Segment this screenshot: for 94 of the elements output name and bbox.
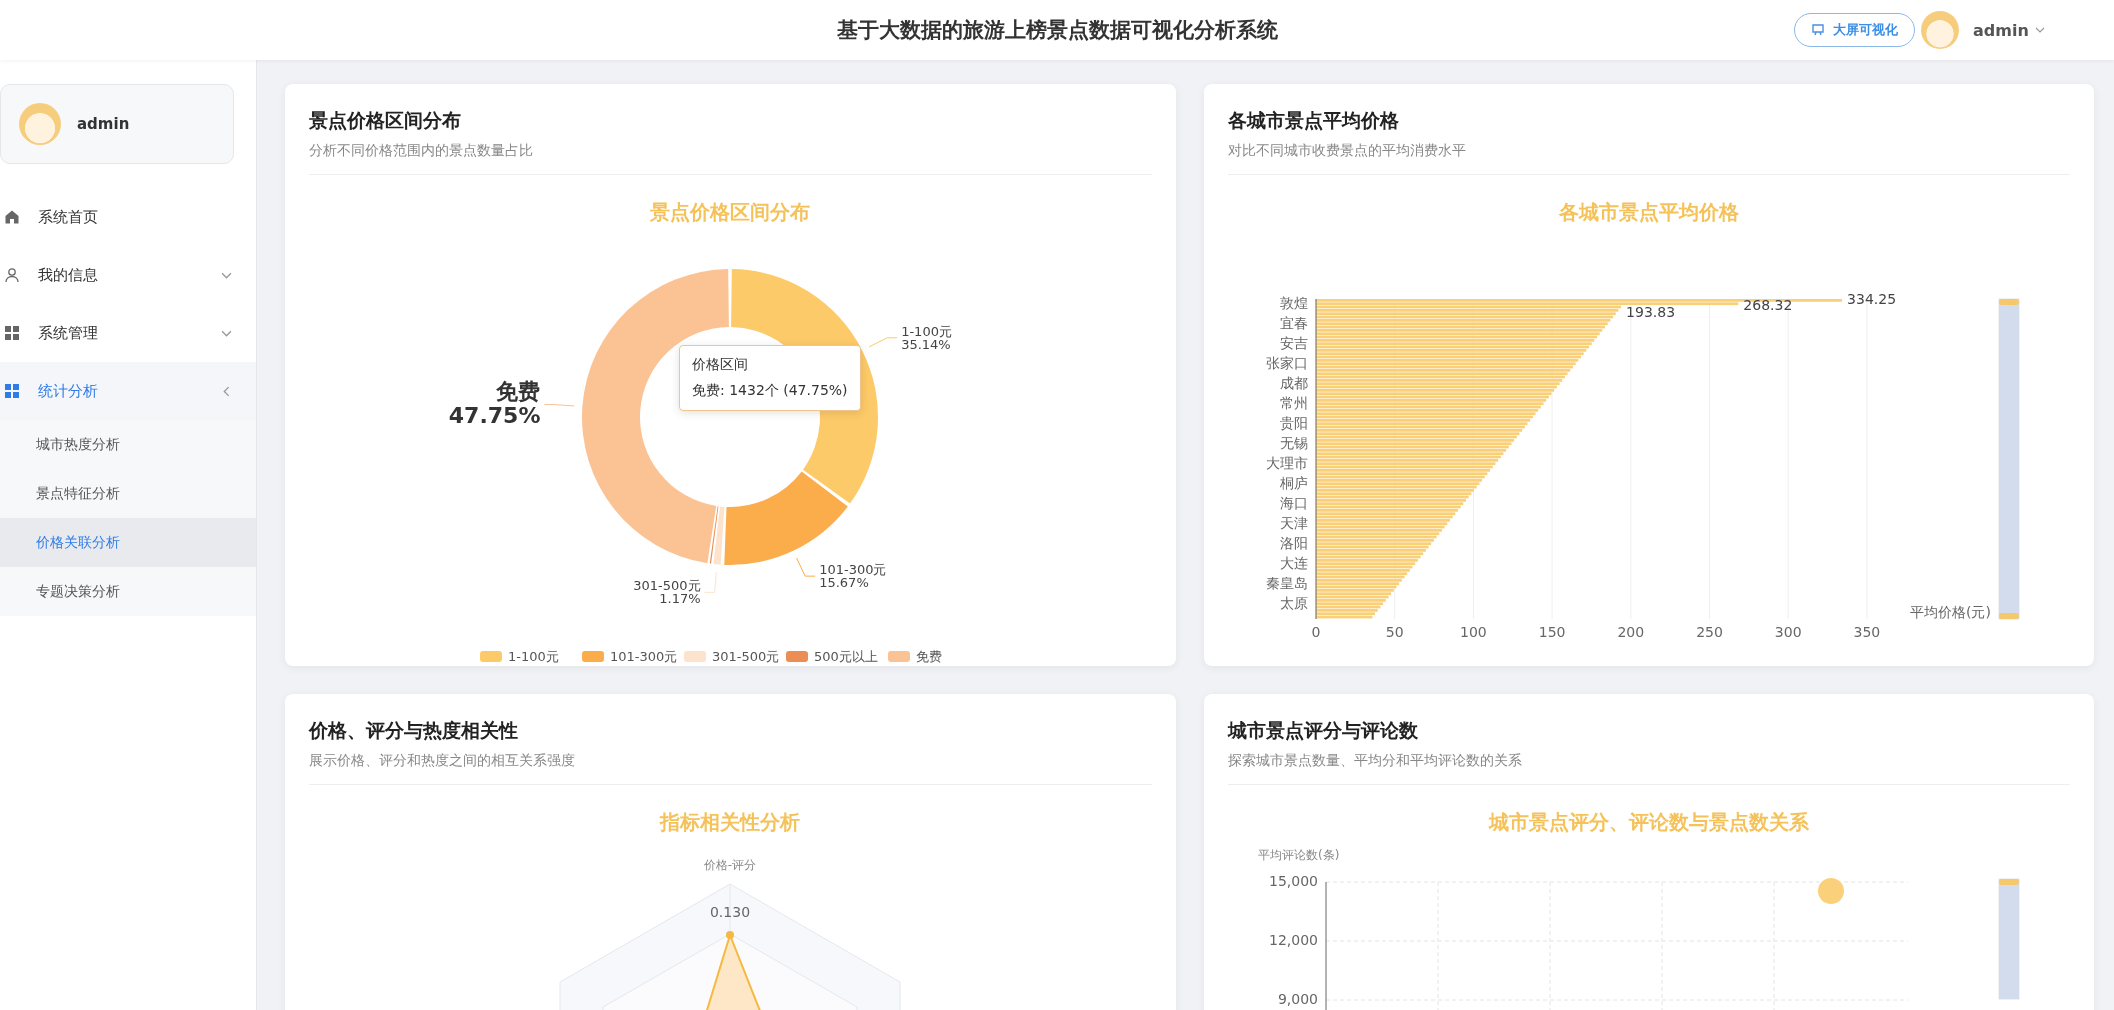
zoom-slider[interactable] <box>1998 298 2019 620</box>
legend-swatch[interactable] <box>684 651 706 662</box>
submenu-item[interactable]: 价格关联分析 <box>0 518 256 567</box>
card-subtitle: 对比不同城市收费景点的平均消费水平 <box>1227 142 1467 160</box>
chevron-icon <box>223 385 230 397</box>
card-title: 景点价格区间分布 <box>309 108 462 133</box>
scatter-point <box>1817 878 1844 904</box>
axis-tick: 100 <box>1459 624 1487 640</box>
axis-tick: 12,000 <box>1268 932 1318 948</box>
chart-title: 各城市景点平均价格 <box>1558 200 1739 224</box>
chart-title: 景点价格区间分布 <box>650 200 810 224</box>
city-label: 桐庐 <box>1279 475 1308 491</box>
submenu-item[interactable]: 城市热度分析 <box>0 420 256 469</box>
avatar-icon <box>19 103 61 145</box>
value-label: 334.25 <box>1846 291 1896 307</box>
tooltip-value: 免费: 1432个 (47.75%) <box>692 382 848 400</box>
city-label: 贵阳 <box>1279 415 1308 431</box>
leader-line <box>868 337 898 348</box>
donut-slice[interactable] <box>709 506 719 564</box>
user-menu[interactable]: admin <box>1973 20 2029 40</box>
city-label: 海口 <box>1279 495 1308 511</box>
legend-label[interactable]: 101-300元 <box>610 649 678 664</box>
card-title: 价格、评分与热度相关性 <box>309 718 519 743</box>
city-label: 天津 <box>1279 515 1308 531</box>
app-title: 基于大数据的旅游上榜景点数据可视化分析系统 <box>835 17 1279 44</box>
slice-label: 1-100元 35.14% <box>901 323 952 352</box>
card-title: 城市景点评分与评论数 <box>1227 718 1419 743</box>
card-subtitle: 展示价格、评分和热度之间的相互关系强度 <box>309 752 576 770</box>
axis-tick: 200 <box>1616 624 1644 640</box>
leader-line <box>704 571 717 593</box>
axis-name: 平均评论数(条) <box>1257 848 1339 862</box>
user-name: admin <box>77 115 130 133</box>
chevron-icon <box>221 329 232 337</box>
axis-label: 价格-评分 <box>703 858 757 872</box>
home-icon <box>4 209 20 225</box>
leader-line <box>796 557 816 577</box>
legend-swatch[interactable] <box>786 651 808 662</box>
value-label: 268.32 <box>1742 297 1792 314</box>
chart-title: 城市景点评分、评论数与景点数关系 <box>1488 810 1809 834</box>
card-subtitle: 探索城市景点数量、平均分和平均评论数的关系 <box>1227 752 1523 770</box>
city-label: 秦皇岛 <box>1265 575 1308 591</box>
slice-label: 301-500元 1.17% <box>633 578 701 607</box>
axis-tick: 300 <box>1774 624 1802 640</box>
screen-icon <box>1811 23 1825 37</box>
value-label: 0.130 <box>709 904 751 920</box>
chart-title: 指标相关性分析 <box>660 810 800 834</box>
legend-label[interactable]: 500元以上 <box>814 649 878 664</box>
menu-item[interactable]: 系统管理 <box>0 304 256 362</box>
menu-item[interactable]: 我的信息 <box>0 246 256 304</box>
axis-tick: 9,000 <box>1277 991 1318 1007</box>
donut-slice[interactable] <box>724 471 848 565</box>
city-label: 安吉 <box>1279 335 1308 351</box>
tooltip-title: 价格区间 <box>692 356 749 374</box>
city-label: 敦煌 <box>1279 295 1308 311</box>
legend-label[interactable]: 301-500元 <box>712 649 780 664</box>
submenu-item[interactable]: 景点特征分析 <box>0 469 256 518</box>
card-title: 各城市景点平均价格 <box>1227 108 1400 133</box>
donut-slice[interactable] <box>713 506 725 565</box>
zoom-slider[interactable] <box>1998 878 2019 1000</box>
grid-icon <box>4 383 20 399</box>
city-label: 大理市 <box>1265 455 1308 471</box>
legend-swatch[interactable] <box>480 651 502 662</box>
card-subtitle: 分析不同价格范围内的景点数量占比 <box>309 142 534 160</box>
city-label: 宜春 <box>1279 315 1308 331</box>
avatar-icon[interactable] <box>1921 11 1959 49</box>
submenu-item[interactable]: 专题决策分析 <box>0 567 256 616</box>
city-label: 太原 <box>1279 595 1308 611</box>
chevron-icon <box>221 271 232 279</box>
slice-label: 101-300元 15.67% <box>819 562 887 591</box>
axis-tick: 150 <box>1538 624 1565 640</box>
city-label: 大连 <box>1279 555 1308 571</box>
axis-tick: 0 <box>1311 624 1320 640</box>
legend-swatch[interactable] <box>888 651 910 662</box>
city-label: 张家口 <box>1265 355 1308 371</box>
user-icon <box>4 267 20 283</box>
axis-name: 平均价格(元) <box>1909 604 1991 620</box>
slice-label: 免费 47.75% <box>448 378 541 428</box>
menu-item[interactable]: 系统首页 <box>0 188 256 246</box>
axis-tick: 15,000 <box>1268 873 1318 889</box>
city-label: 无锡 <box>1279 435 1308 451</box>
grid-icon <box>4 325 20 341</box>
value-label: 193.83 <box>1625 303 1675 320</box>
legend-label[interactable]: 1-100元 <box>508 649 559 664</box>
leader-line <box>543 404 575 407</box>
legend-label[interactable]: 免费 <box>916 649 942 664</box>
axis-tick: 50 <box>1385 624 1404 640</box>
legend-swatch[interactable] <box>582 651 604 662</box>
city-label: 常州 <box>1279 395 1308 411</box>
menu-item[interactable]: 统计分析 <box>0 362 256 420</box>
caret-icon[interactable] <box>2034 27 2045 33</box>
city-label: 洛阳 <box>1279 535 1308 551</box>
axis-tick: 350 <box>1853 624 1880 640</box>
city-label: 成都 <box>1279 375 1308 391</box>
axis-tick: 250 <box>1695 624 1723 640</box>
